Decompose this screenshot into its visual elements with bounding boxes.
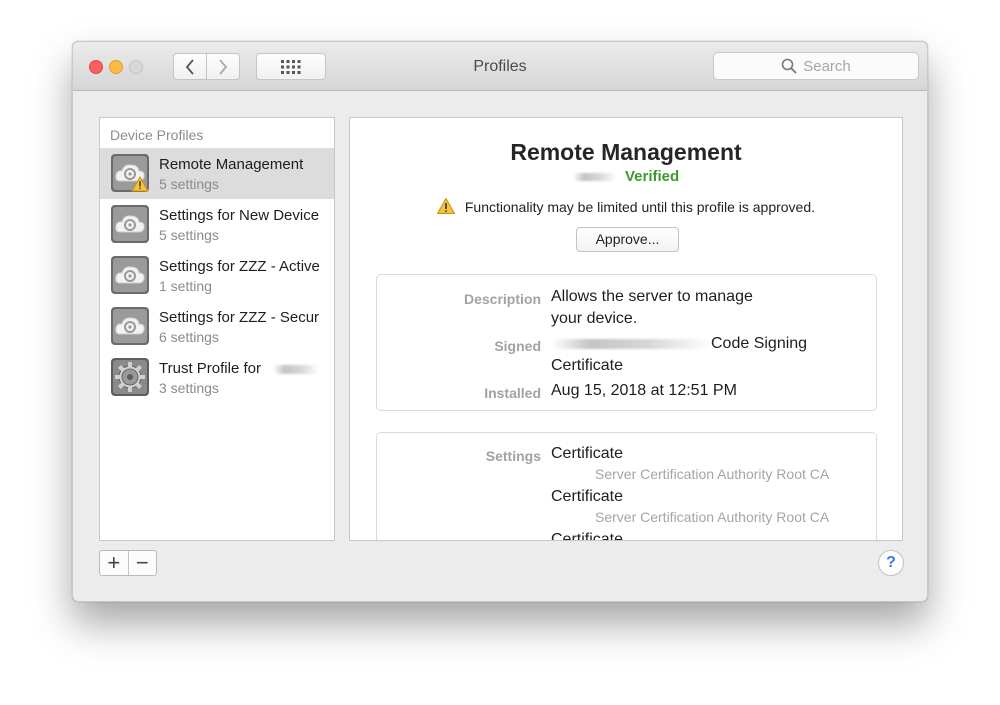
- remove-profile-button[interactable]: −: [127, 551, 157, 575]
- description-label: Description: [463, 291, 541, 307]
- sidebar-item-settings-new-device[interactable]: Settings for New Device 5 settings: [100, 199, 334, 250]
- description-line-1: Allows the server to manage: [551, 288, 753, 305]
- search-icon: [781, 58, 797, 74]
- installed-label: Installed: [484, 385, 541, 401]
- settings-entry-detail: Server Certification Authority Root CA: [595, 509, 830, 525]
- settings-entry-name: Certificate: [551, 531, 624, 541]
- settings-cloud-icon: [111, 307, 149, 345]
- redacted-signer-name: [551, 338, 711, 349]
- profile-detail: Remote Management Verified Functionality…: [349, 117, 903, 541]
- settings-entry-detail: Server Certification Authority Root CA: [595, 466, 830, 482]
- sidebar-item-subtitle: 3 settings: [159, 380, 219, 396]
- help-button[interactable]: ?: [878, 550, 904, 576]
- titlebar: Profiles Search: [73, 42, 927, 91]
- add-remove-control: + −: [99, 550, 157, 576]
- sidebar-item-title: Settings for ZZZ - Active: [159, 258, 320, 275]
- signed-value-line-2: Certificate: [551, 357, 624, 374]
- signed-label: Signed: [494, 338, 541, 354]
- sidebar-item-title: Trust Profile for: [159, 360, 261, 377]
- profiles-sidebar: Device Profiles Remote Management 5 sett…: [99, 117, 335, 541]
- sidebar-header: Device Profiles: [110, 127, 204, 143]
- installed-value: Aug 15, 2018 at 12:51 PM: [551, 382, 737, 399]
- verified-status: Verified: [624, 168, 680, 185]
- sidebar-item-title: Settings for ZZZ - Secur: [159, 309, 320, 326]
- signed-value: Code Signing: [711, 335, 808, 352]
- profile-title: Remote Management: [510, 139, 742, 165]
- profiles-window: Profiles Search Device Profiles Remote M…: [72, 41, 928, 602]
- sidebar-item-title: Remote Management: [159, 156, 304, 173]
- settings-entry-name: Certificate: [551, 488, 624, 505]
- description-line-2: your device.: [551, 310, 638, 327]
- sidebar-item-subtitle: 1 setting: [159, 278, 212, 294]
- redacted-signer: [572, 173, 617, 182]
- profile-info-box: Description Allows the server to manage …: [376, 274, 877, 411]
- sidebar-item-title: Settings for New Device: [159, 207, 320, 224]
- sidebar-item-settings-zzz-secur[interactable]: Settings for ZZZ - Secur 6 settings: [100, 301, 334, 352]
- add-profile-button[interactable]: +: [100, 551, 128, 575]
- sidebar-item-subtitle: 6 settings: [159, 329, 219, 345]
- sidebar-item-subtitle: 5 settings: [159, 227, 219, 243]
- search-field[interactable]: Search: [713, 52, 919, 80]
- settings-entry-name: Certificate: [551, 445, 624, 462]
- settings-cloud-icon: [111, 205, 149, 243]
- approval-warning: Functionality may be limited until this …: [464, 199, 816, 215]
- profile-settings-box: Settings Certificate Server Certificatio…: [376, 432, 877, 541]
- sidebar-item-subtitle: 5 settings: [159, 176, 219, 192]
- gear-icon: [111, 358, 149, 396]
- settings-cloud-icon: [111, 256, 149, 294]
- warning-icon: [436, 197, 456, 214]
- redacted-name: [273, 364, 320, 374]
- search-placeholder: Search: [803, 57, 851, 75]
- sidebar-item-settings-zzz-active[interactable]: Settings for ZZZ - Active 1 setting: [100, 250, 334, 301]
- settings-label: Settings: [485, 448, 541, 464]
- sidebar-item-remote-management[interactable]: Remote Management 5 settings: [100, 148, 334, 199]
- approve-button[interactable]: Approve...: [576, 227, 679, 252]
- sidebar-item-trust-profile[interactable]: Trust Profile for 3 settings: [100, 352, 334, 403]
- settings-cloud-warning-icon: [111, 154, 149, 192]
